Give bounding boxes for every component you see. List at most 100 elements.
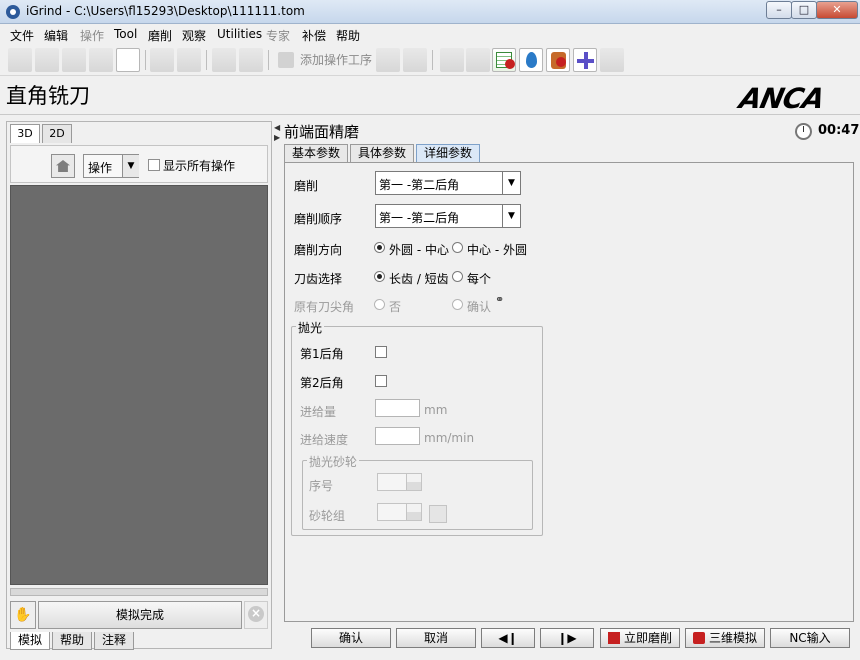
toolbar-divider <box>268 50 269 70</box>
wheel-icon[interactable] <box>116 48 140 72</box>
tab-help[interactable]: 帮助 <box>52 632 92 650</box>
export-icon[interactable] <box>440 48 464 72</box>
redo-icon[interactable] <box>177 48 201 72</box>
minimize-button[interactable]: – <box>766 1 792 19</box>
grind-now-icon <box>607 632 620 644</box>
tooth-select-label: 刀齿选择 <box>294 272 343 286</box>
direction-center-outer-radio[interactable] <box>452 242 463 253</box>
previous-button[interactable]: ◀❙ <box>481 628 535 648</box>
stop-simulation-icon[interactable] <box>244 601 268 629</box>
next-button[interactable]: ❙▶ <box>540 628 594 648</box>
tab-detailed-params[interactable]: 详细参数 <box>416 144 480 162</box>
menu-grind[interactable]: 磨削 <box>148 27 172 44</box>
toolbar: 添加操作工序 <box>0 44 860 76</box>
tooth-each-radio[interactable] <box>452 271 463 282</box>
simulation-viewport[interactable] <box>10 185 268 585</box>
second-relief-checkbox[interactable] <box>375 375 387 387</box>
close-window-button[interactable]: ✕ <box>816 1 858 19</box>
direction-outer-center-radio[interactable] <box>374 242 385 253</box>
grind-order-select[interactable]: 第一 -第二后角 ▼ <box>375 204 521 228</box>
menu-help[interactable]: 帮助 <box>336 27 360 44</box>
wheel-set-spinner[interactable] <box>377 503 422 521</box>
simulate-3d-button[interactable]: 三维模拟 <box>685 628 765 648</box>
grind-order-value: 第一 -第二后角 <box>379 211 460 225</box>
simulation-progress-track[interactable] <box>10 588 268 596</box>
menu-utilities[interactable]: Utilities <box>217 27 262 41</box>
coolant-drop-icon[interactable] <box>519 48 543 72</box>
tab-simulation[interactable]: 模拟 <box>10 632 50 650</box>
maximize-button[interactable]: □ <box>791 1 817 19</box>
confirm-button[interactable]: 确认 <box>311 628 391 648</box>
tab-2d[interactable]: 2D <box>42 124 72 143</box>
feed-rate-label: 进给速度 <box>300 433 349 447</box>
undo-icon[interactable] <box>150 48 174 72</box>
cycle-time: 00:47 <box>818 123 860 138</box>
menu-bar: 文件 编辑 操作 Tool 磨削 观察 Utilities 专家 补偿 帮助 <box>0 24 860 44</box>
table-icon[interactable] <box>492 48 516 72</box>
simulation-status-button[interactable]: 模拟完成 <box>38 601 242 629</box>
tab-notes[interactable]: 注释 <box>94 632 134 650</box>
wheel-index-label: 序号 <box>309 479 334 493</box>
polish-group-title: 抛光 <box>296 319 325 336</box>
move-icon[interactable] <box>466 48 490 72</box>
operation-combo[interactable]: 操作 ▼ <box>83 154 139 178</box>
tool-red-icon[interactable] <box>546 48 570 72</box>
toolbar-divider <box>145 50 146 70</box>
link-icon[interactable]: ⚭ <box>495 293 504 306</box>
wheel-picker-icon[interactable] <box>429 505 447 523</box>
clipboard-icon[interactable] <box>600 48 624 72</box>
original-tip-no-radio[interactable] <box>374 299 385 310</box>
feed-input[interactable] <box>375 399 420 417</box>
tooth-long-short-radio[interactable] <box>374 271 385 282</box>
save-all-icon[interactable] <box>89 48 113 72</box>
grind-select-value: 第一 -第二后角 <box>379 178 460 192</box>
paint-icon[interactable] <box>239 48 263 72</box>
expand-right-icon[interactable]: ▶ <box>274 133 280 142</box>
page-title: 直角铣刀 <box>6 84 90 108</box>
new-file-icon[interactable] <box>8 48 32 72</box>
home-view-button[interactable] <box>51 154 75 178</box>
simulation-panel: 3D 2D 操作 ▼ 显示所有操作 ✋ 模拟完成 模拟 帮助 注释 <box>6 121 272 650</box>
cancel-button[interactable]: 取消 <box>396 628 476 648</box>
collapse-left-icon[interactable]: ◀ <box>274 123 280 132</box>
chevron-down-icon[interactable]: ▼ <box>502 205 520 227</box>
home-icon <box>56 160 70 172</box>
polish-wheel-group: 抛光砂轮 序号 砂轮组 <box>302 453 533 530</box>
tooth-each-label: 每个 <box>467 272 492 286</box>
tab-3d[interactable]: 3D <box>10 124 40 143</box>
wheel-index-spinner[interactable] <box>377 473 422 491</box>
show-all-operations-checkbox[interactable] <box>148 159 160 171</box>
menu-view[interactable]: 观察 <box>182 27 206 44</box>
menu-expert[interactable]: 专家 <box>266 27 290 44</box>
first-relief-checkbox[interactable] <box>375 346 387 358</box>
add-plus-icon[interactable] <box>573 48 597 72</box>
menu-operation[interactable]: 操作 <box>80 27 104 44</box>
feed-rate-input[interactable] <box>375 427 420 445</box>
stopwatch-icon <box>795 123 812 140</box>
chevron-down-icon[interactable]: ▼ <box>502 172 520 194</box>
grind-select[interactable]: 第一 -第二后角 ▼ <box>375 171 521 195</box>
menu-compensation[interactable]: 补偿 <box>302 27 326 44</box>
tab-specific-params[interactable]: 具体参数 <box>350 144 414 162</box>
tab-basic-params[interactable]: 基本参数 <box>284 144 348 162</box>
panel-splitter[interactable]: ◀ ▶ <box>272 121 282 649</box>
menu-edit[interactable]: 编辑 <box>44 27 68 44</box>
chevron-down-icon[interactable]: ▼ <box>122 155 139 177</box>
grid-icon[interactable] <box>376 48 400 72</box>
menu-tool[interactable]: Tool <box>114 27 137 41</box>
open-folder-icon[interactable] <box>35 48 59 72</box>
hand-pan-icon[interactable]: ✋ <box>10 601 36 629</box>
feed-unit: mm <box>424 403 448 417</box>
save-icon[interactable] <box>62 48 86 72</box>
window-title: iGrind - C:\Users\fl15293\Desktop\111111… <box>26 4 305 18</box>
original-tip-confirm-label: 确认 <box>467 300 492 314</box>
delete-icon[interactable] <box>403 48 427 72</box>
grind-now-button[interactable]: 立即磨削 <box>600 628 680 648</box>
simulate-3d-icon <box>692 632 705 644</box>
menu-file[interactable]: 文件 <box>10 27 34 44</box>
add-operation-button[interactable]: 添加操作工序 <box>276 48 376 72</box>
operation-icon[interactable] <box>212 48 236 72</box>
grind-label: 磨削 <box>294 179 319 193</box>
nc-input-button[interactable]: NC输入 <box>770 628 850 648</box>
original-tip-confirm-radio[interactable] <box>452 299 463 310</box>
